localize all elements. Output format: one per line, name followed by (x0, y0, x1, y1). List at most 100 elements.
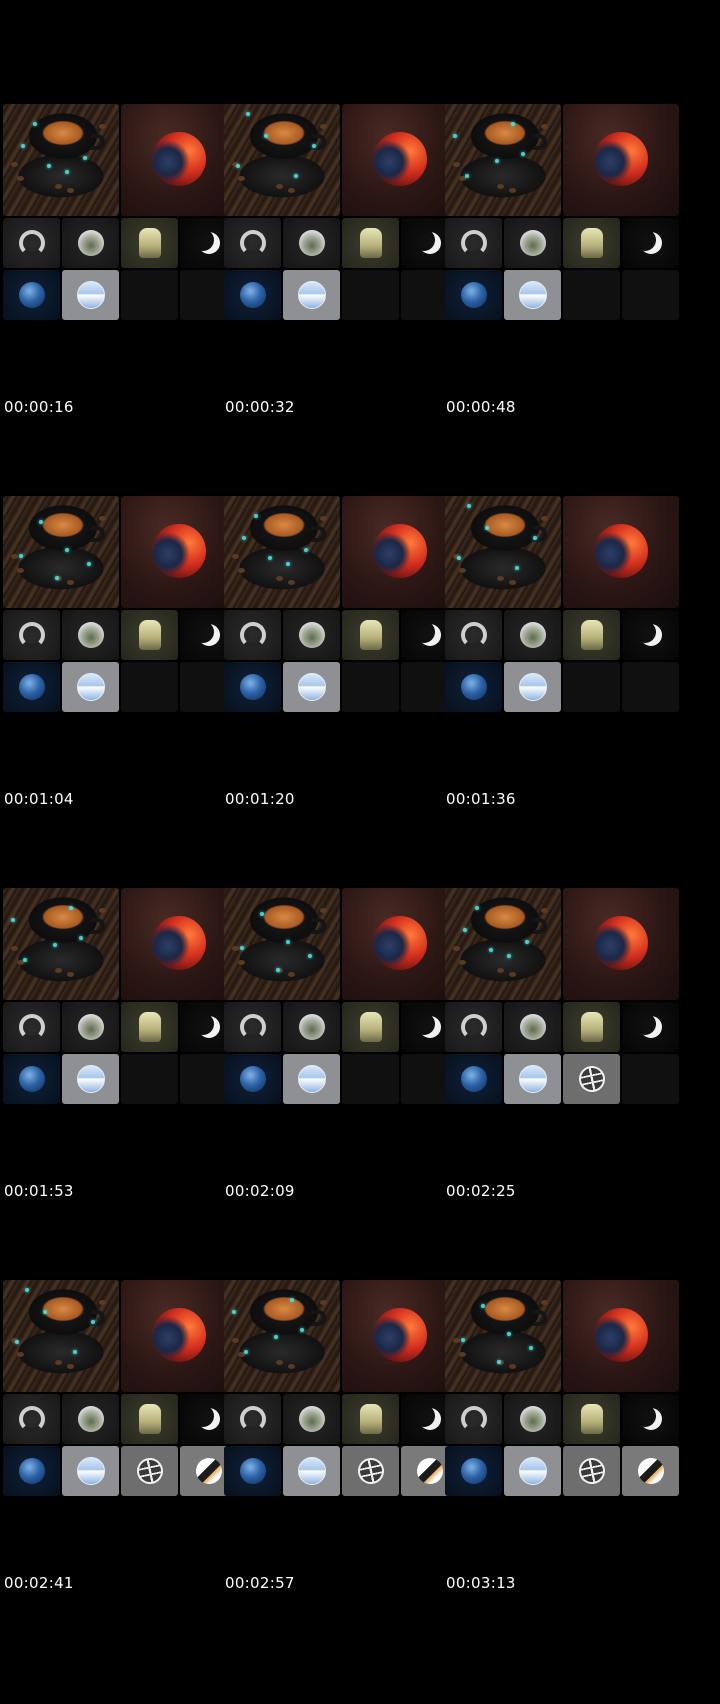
video-frame[interactable]: 00:00:48 (442, 0, 682, 426)
sparkle-dot (240, 946, 244, 950)
coffee-bean (238, 960, 245, 965)
tile-3 (121, 610, 178, 660)
sparkle-dot (23, 958, 27, 962)
figure-icon (138, 620, 161, 650)
sky-circle-icon (297, 281, 326, 309)
tile-2 (62, 1002, 119, 1052)
tree-circle-icon (298, 230, 325, 256)
sparkle-dot (511, 122, 515, 126)
tile-2 (504, 610, 561, 660)
coffee-bean (67, 188, 74, 193)
sparkle-dot (260, 912, 264, 916)
earth-icon (460, 1066, 487, 1092)
tile-5 (445, 662, 502, 712)
ring-icon (18, 622, 45, 648)
coffee-bean (276, 184, 283, 189)
video-frame[interactable]: 00:02:25 (442, 784, 682, 1210)
sparkle-dot (467, 504, 471, 508)
sparkle-dot (53, 943, 57, 947)
video-frame[interactable]: 00:01:36 (442, 392, 682, 818)
coffee-bean (232, 554, 239, 559)
coffee-bean (320, 516, 327, 521)
earth-icon (460, 1458, 487, 1484)
contact-sheet: 00:00:16 00:00:32 00:00:48 00:01:04 00:01:20… (0, 0, 720, 1704)
video-frame[interactable]: 00:03:13 (442, 1176, 682, 1602)
tile-1 (3, 610, 60, 660)
frame-thumbnail (224, 888, 458, 1106)
ring-icon (460, 1406, 487, 1432)
tile-5 (3, 662, 60, 712)
sparkle-dot (276, 968, 280, 972)
coffee-bean (17, 568, 24, 573)
coffee-bean (453, 1338, 460, 1343)
coffee-cup-icon (3, 1280, 119, 1392)
sky-circle-icon (297, 673, 326, 701)
tile-7 (121, 270, 178, 320)
tile-3 (563, 1394, 620, 1444)
coffee-bean (55, 968, 62, 973)
tile-3 (121, 218, 178, 268)
planet-orb-icon (342, 1280, 458, 1392)
coffee-bean (99, 124, 106, 129)
tree-circle-icon (77, 622, 104, 648)
earth-icon (18, 674, 45, 700)
tree-circle-icon (298, 1406, 325, 1432)
video-frame[interactable]: 00:02:09 (221, 784, 461, 1210)
coffee-bean (232, 1338, 239, 1343)
sparkle-dot (304, 548, 308, 552)
tile-8 (622, 270, 679, 320)
coffee-bean (497, 184, 504, 189)
coffee-bean (99, 1300, 106, 1305)
tile-4 (622, 610, 679, 660)
video-frame[interactable]: 00:02:41 (0, 1176, 240, 1602)
video-frame[interactable]: 00:01:20 (221, 392, 461, 818)
sparkle-dot (65, 548, 69, 552)
video-frame[interactable]: 00:01:53 (0, 784, 240, 1210)
planet-orb-icon (121, 888, 237, 1000)
planet-orb (594, 916, 648, 970)
frame-thumbnail (224, 496, 458, 714)
coffee-cup-icon (224, 1280, 340, 1392)
tile-3 (342, 1002, 399, 1052)
coffee-cup-icon (445, 104, 561, 216)
ring-icon (239, 622, 266, 648)
sparkle-dot (39, 520, 43, 524)
sparkle-dot (232, 1310, 236, 1314)
coffee-cup-icon (445, 888, 561, 1000)
tile-2 (62, 218, 119, 268)
video-frame[interactable]: 00:00:16 (0, 0, 240, 426)
tile-6 (283, 1054, 340, 1104)
sparkle-dot (83, 156, 87, 160)
coffee-bean (99, 516, 106, 521)
figure-icon (359, 228, 382, 258)
coffee-cup-icon (224, 888, 340, 1000)
coffee-bean (541, 1300, 548, 1305)
cup-handle (312, 526, 326, 542)
coffee-bean (288, 188, 295, 193)
video-frame[interactable]: 00:02:57 (221, 1176, 461, 1602)
sky-circle-icon (76, 281, 105, 309)
sparkle-dot (264, 134, 268, 138)
cup-handle (91, 918, 105, 934)
cup-handle (91, 134, 105, 150)
tile-2 (283, 1394, 340, 1444)
earth-icon (239, 282, 266, 308)
sparkle-dot (294, 174, 298, 178)
tile-7 (342, 662, 399, 712)
frame-thumbnail (445, 496, 679, 714)
cup-handle (533, 1310, 547, 1326)
frame-thumbnail (445, 104, 679, 322)
coffee-bean (497, 968, 504, 973)
tile-3 (121, 1394, 178, 1444)
video-frame[interactable]: 00:01:04 (0, 392, 240, 818)
coffee-bean (541, 516, 548, 521)
planet-orb (594, 524, 648, 578)
tile-2 (62, 1394, 119, 1444)
planet-orb (594, 1308, 648, 1362)
sparkle-dot (43, 1310, 47, 1314)
video-frame[interactable]: 00:00:32 (221, 0, 461, 426)
sparkle-dot (481, 1304, 485, 1308)
tile-2 (504, 1002, 561, 1052)
coffee-cup-icon (224, 496, 340, 608)
ring-icon (239, 230, 266, 256)
